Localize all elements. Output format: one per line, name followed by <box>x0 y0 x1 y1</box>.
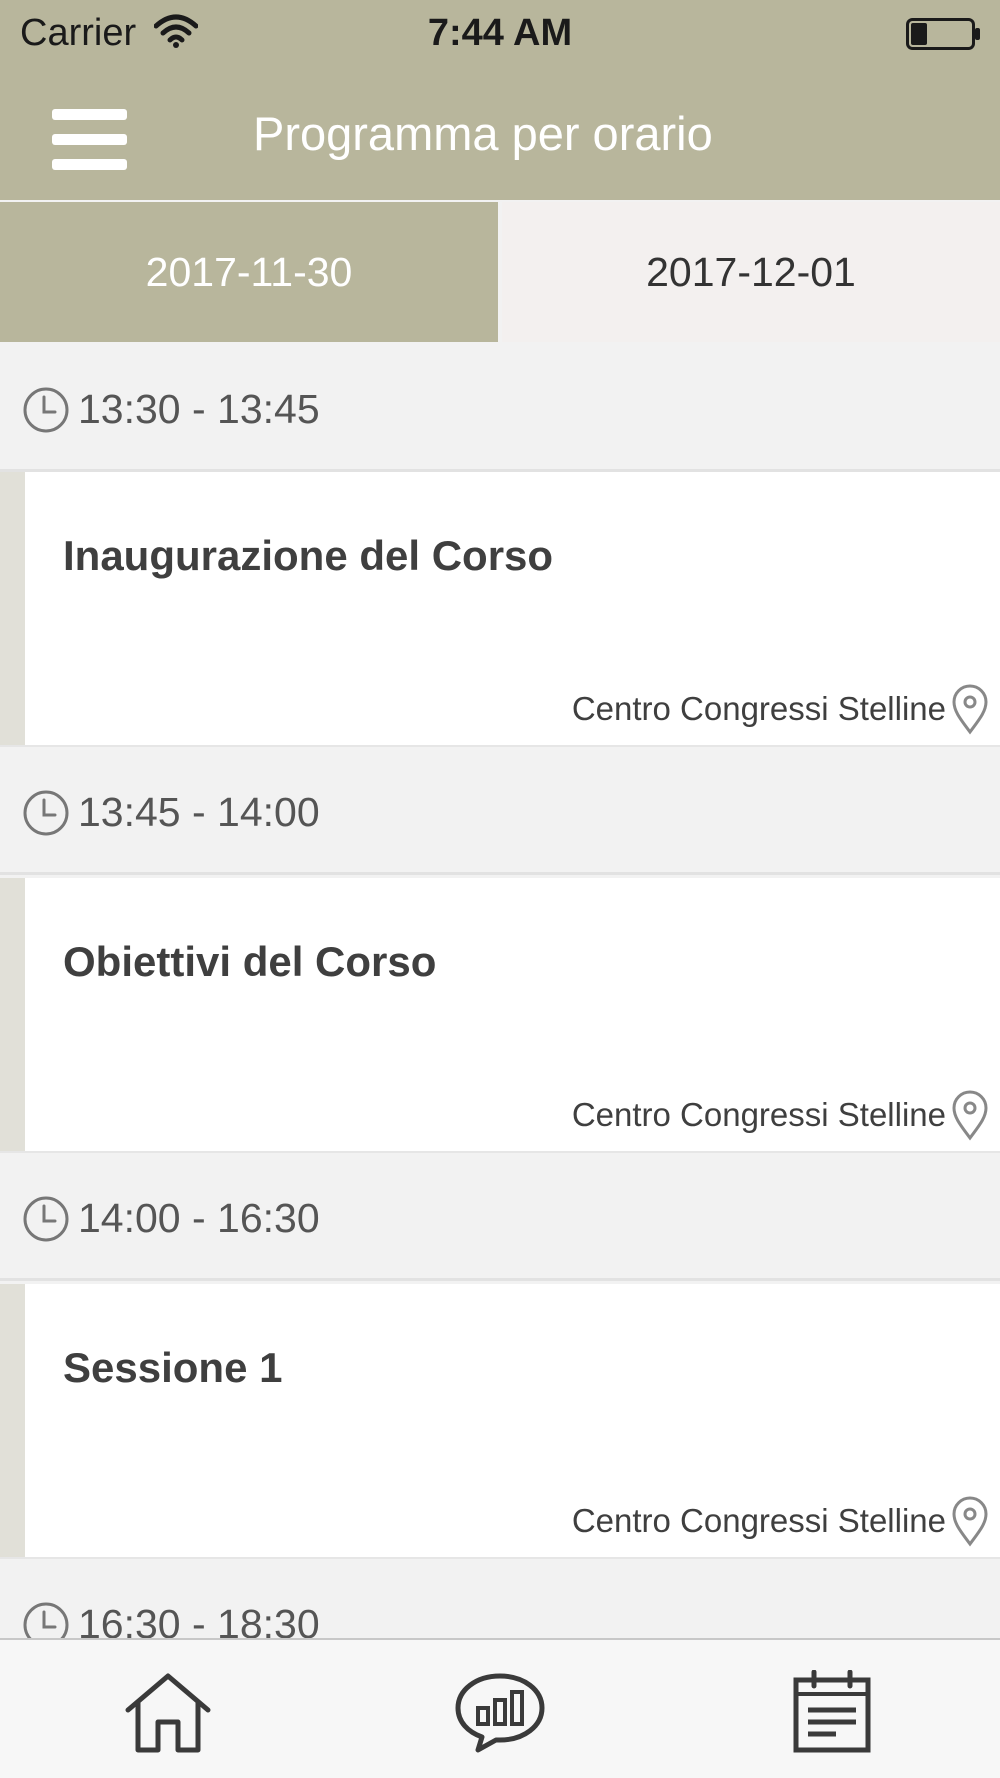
event-card-accent <box>0 878 25 1151</box>
battery-icon <box>906 18 980 50</box>
status-bar: Carrier 7:44 AM <box>0 0 1000 68</box>
event-title: Obiettivi del Corso <box>63 938 437 985</box>
event-title: Sessione 1 <box>63 1344 283 1391</box>
status-time: 7:44 AM <box>427 12 573 54</box>
hamburger-menu-icon[interactable] <box>40 96 128 176</box>
event-title: Inaugurazione del Corso <box>63 532 554 579</box>
location-pin-icon <box>952 1090 988 1141</box>
event-card-accent <box>0 1284 25 1557</box>
app-header: Carrier 7:44 AM Programma per orario <box>0 0 1000 200</box>
time-slot-header: 14:00 - 16:30 <box>0 1155 1000 1281</box>
tab-date-2017-11-30[interactable]: 2017-11-30 <box>0 202 498 342</box>
event-card[interactable]: Inaugurazione del Corso Centro Congressi… <box>0 472 1000 747</box>
page-title: Programma per orario <box>253 107 713 160</box>
date-tabs: 2017-11-30 2017-12-01 <box>0 202 1000 342</box>
home-icon[interactable] <box>120 1670 216 1754</box>
time-slot-header: 13:45 - 14:00 <box>0 749 1000 875</box>
time-slot-header: 13:30 - 13:45 <box>0 346 1000 472</box>
location-pin-icon <box>952 684 988 735</box>
time-slot-label: 14:00 - 16:30 <box>78 1195 320 1241</box>
event-location: Centro Congressi Stelline <box>571 1096 946 1133</box>
clock-icon <box>23 387 69 433</box>
calendar-icon[interactable] <box>784 1670 880 1754</box>
clock-icon <box>23 1196 69 1242</box>
event-card-accent <box>0 472 25 745</box>
event-card[interactable]: Sessione 1 Centro Congressi Stelline <box>0 1284 1000 1559</box>
event-card[interactable]: Obiettivi del Corso Centro Congressi Ste… <box>0 878 1000 1153</box>
time-slot-label: 13:30 - 13:45 <box>78 386 320 432</box>
clock-icon <box>23 790 69 836</box>
tab-date-2017-12-01[interactable]: 2017-12-01 <box>502 202 1000 342</box>
nav-bar: Programma per orario <box>0 68 1000 200</box>
time-slot-label: 13:45 - 14:00 <box>78 789 320 835</box>
chat-stats-icon[interactable] <box>452 1670 548 1754</box>
event-location: Centro Congressi Stelline <box>571 1502 946 1539</box>
bottom-tab-bar <box>0 1638 1000 1778</box>
event-location: Centro Congressi Stelline <box>571 690 946 727</box>
location-pin-icon <box>952 1496 988 1547</box>
